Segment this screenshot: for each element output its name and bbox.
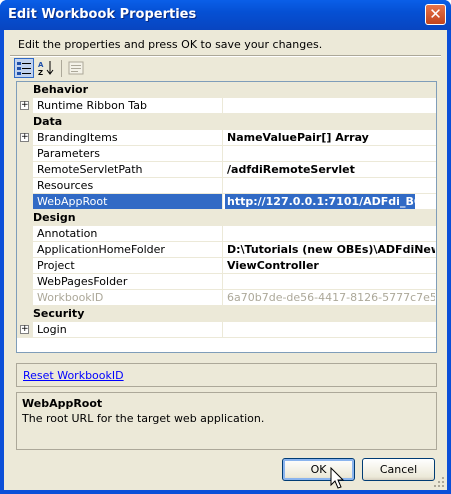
grid-property-row[interactable]: WebPagesFolder	[17, 274, 436, 290]
column-divider[interactable]	[222, 226, 223, 242]
grid-property-row[interactable]: Parameters	[17, 146, 436, 162]
column-divider[interactable]	[222, 98, 223, 114]
property-value[interactable]: ViewController	[227, 259, 435, 272]
column-divider[interactable]	[222, 258, 223, 274]
property-name: Annotation	[37, 227, 98, 240]
row-gutter	[17, 178, 33, 194]
row-gutter: +	[17, 322, 33, 338]
grid-property-row[interactable]: Resources	[17, 178, 436, 194]
close-button[interactable]: ✕	[425, 4, 446, 25]
mouse-pointer-icon	[330, 467, 345, 489]
title-bar[interactable]: Edit Workbook Properties ✕	[0, 0, 451, 30]
alphabetical-button[interactable]: A Z	[36, 58, 56, 78]
row-gutter	[17, 162, 33, 178]
property-pages-icon	[68, 61, 84, 75]
grid-category-row[interactable]: Data	[17, 114, 436, 130]
grid-category-row[interactable]: Design	[17, 210, 436, 226]
row-gutter	[17, 114, 33, 130]
svg-text:A: A	[38, 61, 44, 69]
grid-property-row[interactable]: WebAppRoot http://127.0.0.1:7101/ADFdi_BC	[17, 194, 436, 210]
reset-workbookid-link[interactable]: Reset WorkbookID	[23, 369, 124, 382]
row-gutter: +	[17, 130, 33, 146]
dialog-client-area: Edit the properties and press OK to save…	[4, 30, 447, 490]
row-gutter	[17, 258, 33, 274]
description-panel: WebAppRoot The root URL for the target w…	[16, 392, 437, 450]
row-gutter	[17, 146, 33, 162]
column-divider[interactable]	[222, 130, 223, 146]
property-value[interactable]: NameValuePair[] Array	[227, 131, 435, 144]
grid-category-row[interactable]: Behavior	[17, 82, 436, 98]
grid-property-row[interactable]: Project ViewController	[17, 258, 436, 274]
grid-category-row[interactable]: Security	[17, 306, 436, 322]
column-divider[interactable]	[222, 194, 223, 210]
row-gutter	[17, 226, 33, 242]
categorized-button[interactable]	[14, 58, 34, 78]
grid-property-row[interactable]: WorkbookID 6a70b7de-de56-4417-8126-5777c7…	[17, 290, 436, 306]
property-name: RemoteServletPath	[37, 163, 143, 176]
grid-property-row[interactable]: + Runtime Ribbon Tab	[17, 98, 436, 114]
property-name: ApplicationHomeFolder	[37, 243, 165, 256]
description-text: The root URL for the target web applicat…	[22, 412, 265, 425]
expand-icon[interactable]: +	[20, 101, 29, 110]
column-divider[interactable]	[222, 274, 223, 290]
row-gutter: +	[17, 98, 33, 114]
property-grid[interactable]: Behavior + Runtime Ribbon Tab Data + Branding…	[16, 81, 437, 353]
grid-property-row[interactable]: Annotation	[17, 226, 436, 242]
expand-icon[interactable]: +	[20, 133, 29, 142]
column-divider[interactable]	[222, 178, 223, 194]
property-name: Runtime Ribbon Tab	[37, 99, 147, 112]
instructions-text: Edit the properties and press OK to save…	[18, 38, 323, 51]
grid-property-row[interactable]: + Login	[17, 322, 436, 338]
row-gutter	[17, 210, 33, 226]
property-value[interactable]: http://127.0.0.1:7101/ADFdi_BC	[225, 194, 415, 209]
property-pages-button[interactable]	[66, 58, 86, 78]
grid-property-row[interactable]: + BrandingItems NameValuePair[] Array	[17, 130, 436, 146]
row-gutter	[17, 274, 33, 290]
close-icon: ✕	[429, 5, 442, 23]
category-label: Design	[33, 211, 76, 224]
column-divider[interactable]	[222, 322, 223, 338]
property-value[interactable]: D:\Tutorials (new OBEs)\ADFdiNewV	[227, 243, 435, 256]
property-name: Project	[37, 259, 75, 272]
category-label: Security	[33, 307, 85, 320]
grid-property-row[interactable]: RemoteServletPath/adfdiRemoteServlet	[17, 162, 436, 178]
row-gutter	[17, 306, 33, 322]
column-divider[interactable]	[222, 290, 223, 306]
column-divider[interactable]	[222, 162, 223, 178]
property-name: BrandingItems	[37, 131, 118, 144]
row-gutter	[17, 242, 33, 258]
expand-icon[interactable]: +	[20, 325, 29, 334]
toolbar-separator	[61, 60, 62, 77]
property-name: WebPagesFolder	[37, 275, 128, 288]
grid-property-row[interactable]: ApplicationHomeFolder D:\Tutorials (new O…	[17, 242, 436, 258]
cancel-button[interactable]: Cancel	[362, 458, 435, 481]
property-name: WebAppRoot	[33, 194, 222, 209]
row-gutter	[17, 290, 33, 306]
svg-text:Z: Z	[38, 69, 43, 77]
description-title: WebAppRoot	[22, 397, 103, 410]
categorized-icon	[17, 62, 31, 75]
property-name: Resources	[37, 179, 94, 192]
category-label: Data	[33, 115, 63, 128]
resize-grip-icon[interactable]	[433, 476, 445, 488]
alphabetical-sort-icon: A Z	[38, 61, 54, 77]
commands-panel: Reset WorkbookID	[16, 363, 437, 387]
row-gutter	[17, 82, 33, 98]
property-name: Parameters	[37, 147, 100, 160]
header-separator	[10, 55, 441, 57]
property-name: WorkbookID	[37, 291, 104, 304]
category-label: Behavior	[33, 83, 89, 96]
property-value[interactable]: /adfdiRemoteServlet	[227, 163, 435, 176]
property-value: 6a70b7de-de56-4417-8126-5777c7e56fa1	[227, 291, 435, 304]
row-gutter	[17, 194, 33, 210]
column-divider[interactable]	[222, 242, 223, 258]
dialog-window: Edit Workbook Properties ✕ Edit the prop…	[0, 0, 451, 494]
property-name: Login	[37, 323, 67, 336]
window-title: Edit Workbook Properties	[8, 7, 197, 22]
column-divider[interactable]	[222, 146, 223, 162]
